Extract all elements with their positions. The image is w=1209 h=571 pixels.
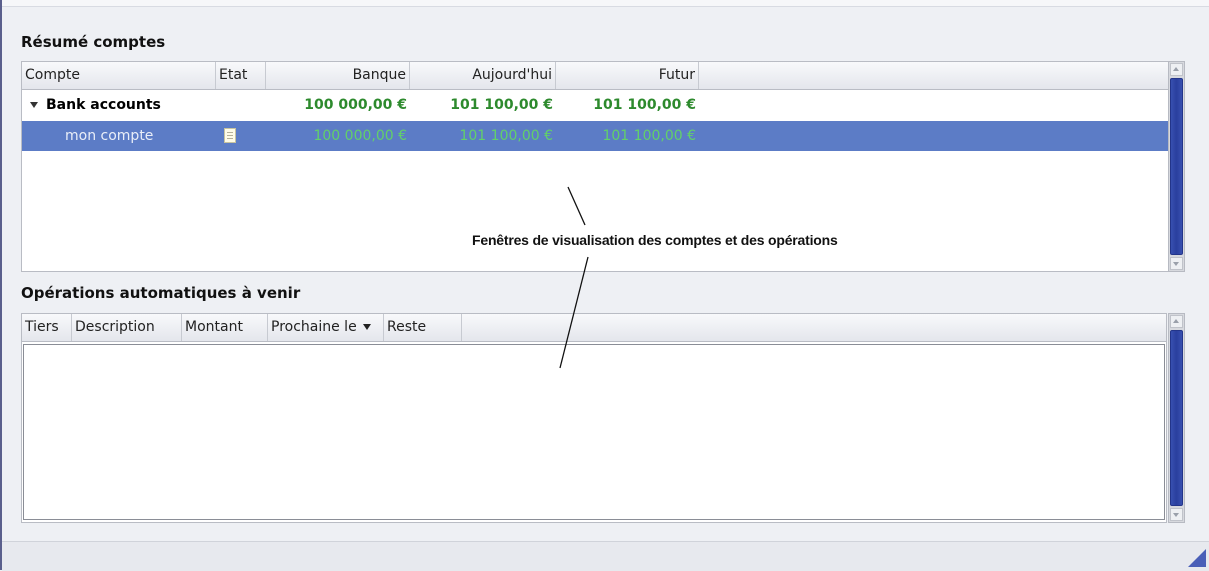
group-name: Bank accounts: [46, 97, 161, 113]
group-banque: 100 000,00 €: [304, 97, 407, 113]
column-etat[interactable]: Etat: [216, 62, 266, 89]
status-bar: [2, 541, 1209, 571]
column-tiers[interactable]: Tiers: [22, 314, 72, 341]
scheduled-title: Opérations automatiques à venir: [21, 284, 301, 302]
note-icon: [224, 128, 236, 143]
column-montant[interactable]: Montant: [182, 314, 268, 341]
account-name: mon compte: [65, 128, 154, 144]
column-aujourdhui[interactable]: Aujourd'hui: [410, 62, 556, 89]
column-filler: [462, 314, 1166, 341]
account-aujourdhui: 101 100,00 €: [459, 128, 553, 144]
column-prochaine-le-label: Prochaine le: [271, 319, 357, 335]
column-reste[interactable]: Reste: [384, 314, 462, 341]
column-banque[interactable]: Banque: [266, 62, 410, 89]
resize-grip-icon[interactable]: [1188, 549, 1206, 567]
accounts-table-header: Compte Etat Banque Aujourd'hui Futur: [22, 62, 1168, 90]
scroll-up-icon[interactable]: [1170, 63, 1183, 76]
account-row-mon-compte[interactable]: mon compte 100 000,00 € 101 100,00 € 101…: [22, 121, 1168, 151]
scroll-down-icon[interactable]: [1170, 257, 1183, 270]
scheduled-operations-table: Tiers Description Montant Prochaine le R…: [21, 313, 1167, 523]
summary-title: Résumé comptes: [21, 33, 166, 51]
column-filler: [699, 62, 1169, 89]
account-futur: 101 100,00 €: [602, 128, 696, 144]
expander-down-icon[interactable]: [30, 101, 38, 108]
scheduled-table-header: Tiers Description Montant Prochaine le R…: [22, 314, 1166, 342]
group-name-cell: Bank accounts: [22, 90, 266, 120]
annotation-text: Fenêtres de visualisation des comptes et…: [472, 232, 838, 248]
sort-down-icon[interactable]: [362, 324, 371, 330]
scheduled-scrollbar[interactable]: [1168, 313, 1185, 523]
window-left-edge: [0, 0, 2, 570]
scroll-down-icon[interactable]: [1170, 508, 1183, 521]
scheduled-operations-list[interactable]: [23, 344, 1165, 520]
scroll-thumb[interactable]: [1170, 78, 1183, 255]
group-row-bank-accounts[interactable]: Bank accounts 100 000,00 € 101 100,00 € …: [22, 90, 1168, 120]
group-futur: 101 100,00 €: [593, 97, 696, 113]
column-compte[interactable]: Compte: [22, 62, 216, 89]
scroll-up-icon[interactable]: [1170, 315, 1183, 328]
column-description[interactable]: Description: [72, 314, 182, 341]
group-aujourdhui: 101 100,00 €: [450, 97, 553, 113]
window-top-edge: [2, 0, 1209, 7]
scroll-thumb[interactable]: [1170, 330, 1183, 506]
column-prochaine-le[interactable]: Prochaine le: [268, 314, 384, 341]
column-futur[interactable]: Futur: [556, 62, 699, 89]
account-banque: 100 000,00 €: [313, 128, 407, 144]
summary-scrollbar[interactable]: [1168, 61, 1185, 272]
